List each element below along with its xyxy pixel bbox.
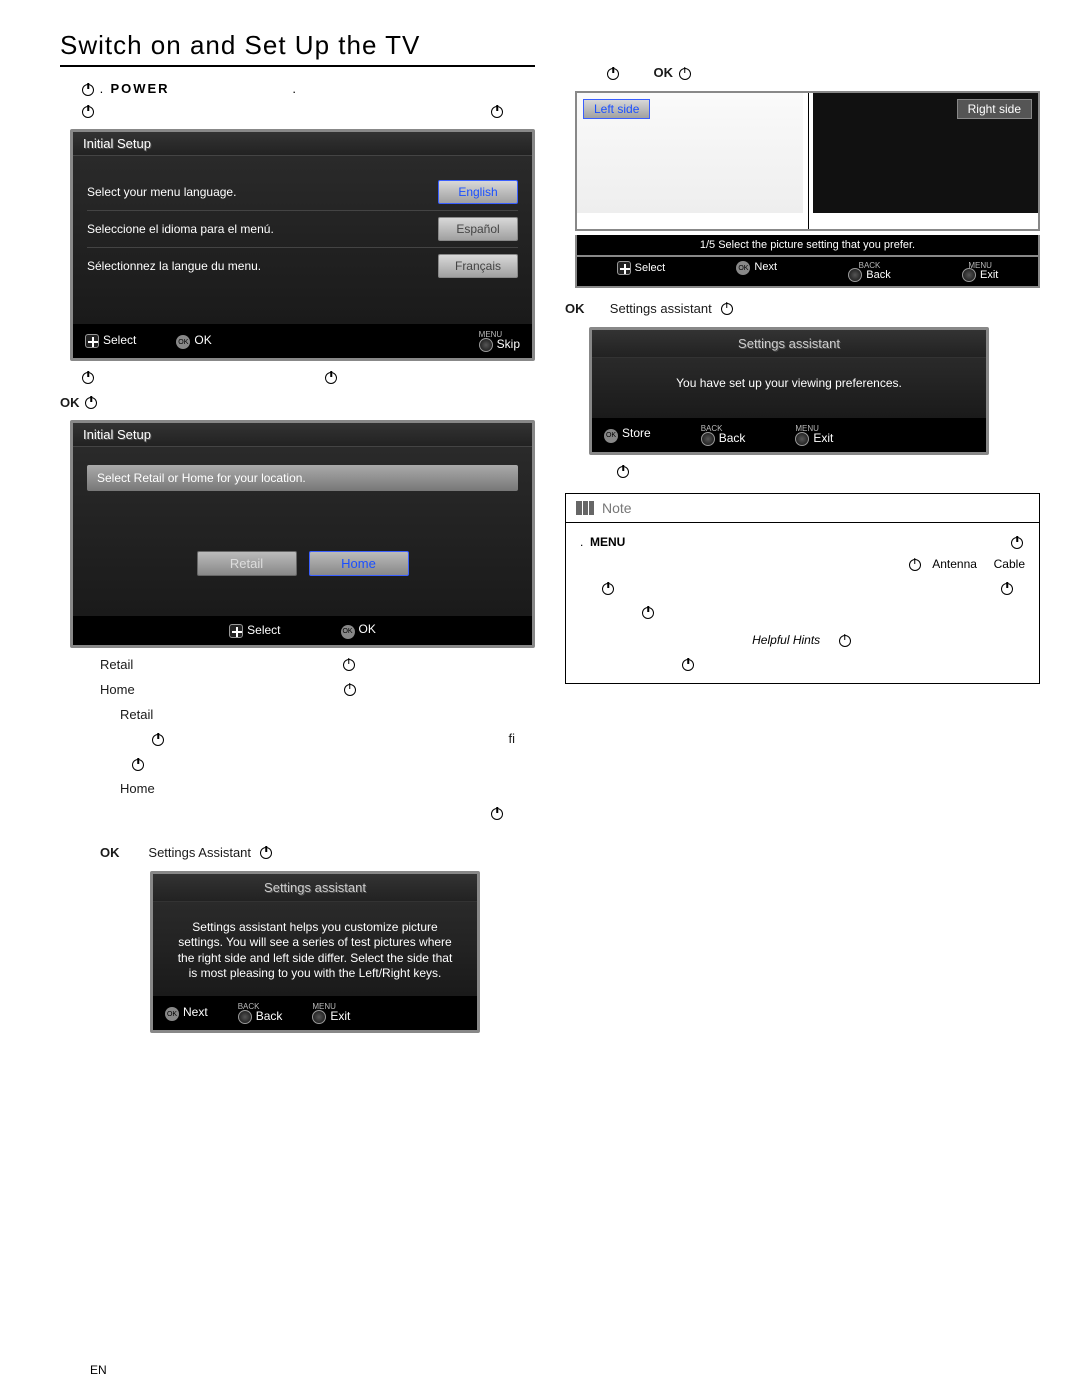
power-icon [721, 303, 733, 315]
lang-row-fr[interactable]: Sélectionnez la langue du menu. Français [87, 248, 518, 284]
lang-row-es[interactable]: Seleccione el idioma para el menú. Españ… [87, 211, 518, 248]
power-icon [260, 847, 272, 859]
power-icon [82, 106, 94, 118]
ok-icon: OK [736, 261, 750, 275]
screen-footer: Select OKOK [73, 616, 532, 645]
power-icon [82, 84, 94, 96]
power-icon [682, 659, 694, 671]
power-step: . POWER . [80, 81, 535, 96]
lang-option-francais[interactable]: Français [438, 254, 518, 278]
compare-footer: Select OKNext BACKBack MENUExit [575, 257, 1040, 288]
back-icon [238, 1010, 252, 1024]
lang-row-en[interactable]: Select your menu language. English [87, 174, 518, 211]
home-label: Home [100, 681, 535, 700]
power-icon [85, 397, 97, 409]
screen-footer: OKStore BACKBack MENUExit [592, 418, 986, 452]
left-side-label: Left side [583, 99, 650, 119]
fill-icon-r [615, 463, 1040, 482]
ok-line: OK [60, 394, 535, 413]
screen-title: Settings assistant [592, 330, 986, 358]
power-icon [1011, 537, 1023, 549]
dpad-icon [85, 334, 99, 348]
power-icon [343, 659, 355, 671]
lang-prompt: Select your menu language. [87, 185, 236, 199]
power-icon [82, 372, 94, 384]
menu-icon [479, 338, 493, 352]
menu-icon [962, 268, 976, 282]
lang-option-espanol[interactable]: Español [438, 217, 518, 241]
note-title: Note [566, 494, 1039, 523]
assistant-done-text: You have set up your viewing preferences… [592, 358, 986, 418]
power-icon [602, 583, 614, 595]
ok-icon: OK [176, 335, 190, 349]
left-side-preview[interactable]: Left side [577, 93, 803, 213]
mid-icons-row [80, 369, 535, 388]
screen-footer: OKNext BACKBack MENUExit [153, 996, 477, 1030]
power-icon [617, 466, 629, 478]
initial-setup-language-screen: Initial Setup Select your menu language.… [70, 129, 535, 361]
fill-icon2 [130, 755, 535, 774]
screen-title: Initial Setup [73, 423, 532, 447]
note-box: Note . MENU Antenna Cable [565, 493, 1040, 684]
menu-icon [795, 432, 809, 446]
lang-prompt: Sélectionnez la langue du menu. [87, 259, 261, 273]
ok-settings-line: OK Settings assistant [565, 300, 1040, 319]
choice-retail[interactable]: Retail [197, 551, 297, 576]
location-msg: Select Retail or Home for your location. [87, 465, 518, 491]
settings-assistant-done-screen: Settings assistant You have set up your … [589, 327, 989, 455]
power-icon [909, 559, 921, 571]
power-icon [132, 759, 144, 771]
ok-icon: OK [165, 1007, 179, 1021]
top-icons: OK [605, 64, 1040, 83]
retail-sub: Retail [120, 706, 535, 725]
retail-label: Retail [100, 656, 535, 675]
page-title: Switch on and Set Up the TV [60, 30, 535, 67]
power-icon [152, 734, 164, 746]
power-icon [325, 372, 337, 384]
right-side-preview[interactable]: Right side [813, 93, 1039, 213]
footer-language: EN [90, 1363, 107, 1377]
power-icon [344, 684, 356, 696]
picture-compare-row: Left side Right side [575, 91, 1040, 231]
lang-prompt: Seleccione el idioma para el menú. [87, 222, 274, 236]
power-icon [679, 68, 691, 80]
ok-icon: OK [341, 625, 355, 639]
fill-icon: ﬁ [150, 730, 535, 749]
power-line2 [80, 102, 535, 121]
choice-home[interactable]: Home [309, 551, 409, 576]
assistant-intro-text: Settings assistant helps you customize p… [153, 902, 477, 996]
settings-assistant-step: OK Settings Assistant [100, 844, 535, 863]
initial-setup-location-screen: Initial Setup Select Retail or Home for … [70, 420, 535, 648]
right-side-label: Right side [957, 99, 1032, 119]
power-icon [491, 808, 503, 820]
screen-title: Settings assistant [153, 874, 477, 902]
compare-caption: 1/5 Select the picture setting that you … [575, 235, 1040, 257]
menu-icon [312, 1010, 326, 1024]
screen-title: Initial Setup [73, 132, 532, 156]
compare-divider [808, 93, 809, 229]
power-icon [491, 106, 503, 118]
note-icon [576, 501, 594, 515]
fill-icon3 [60, 805, 505, 824]
back-icon [848, 268, 862, 282]
power-icon [1001, 583, 1013, 595]
home-sub: Home [120, 780, 535, 799]
screen-footer: Select OKOK MENUSkip [73, 324, 532, 358]
settings-assistant-intro-screen: Settings assistant Settings assistant he… [150, 871, 480, 1033]
power-icon [607, 68, 619, 80]
back-icon [701, 432, 715, 446]
power-icon [839, 635, 851, 647]
lang-option-english[interactable]: English [438, 180, 518, 204]
dpad-icon [229, 624, 243, 638]
ok-icon: OK [604, 429, 618, 443]
power-icon [642, 607, 654, 619]
dpad-icon [617, 261, 631, 275]
